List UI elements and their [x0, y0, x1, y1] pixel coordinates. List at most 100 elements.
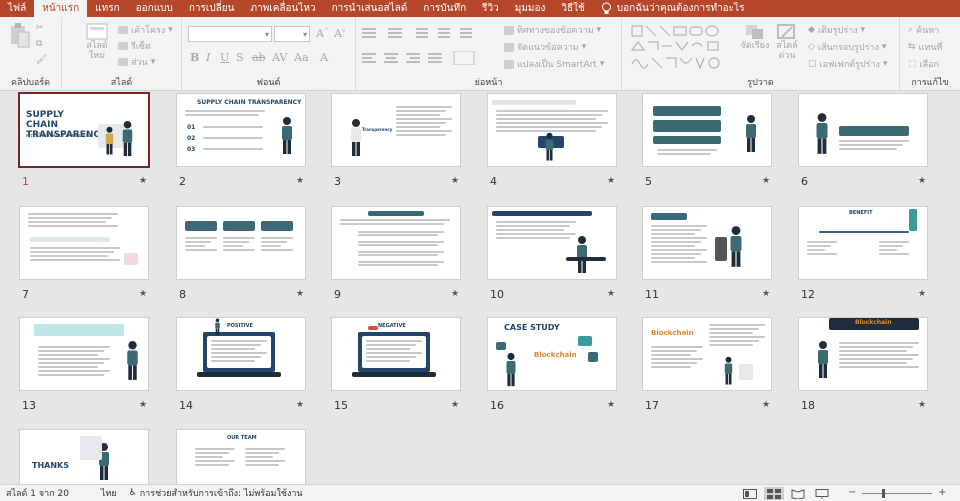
text-line — [651, 253, 701, 255]
layout-button[interactable]: เค้าโครง ▾ — [118, 23, 173, 37]
slide-thumbnail-15[interactable]: NEGATIVE — [332, 318, 460, 390]
format-painter-button[interactable]: 🖌 — [36, 55, 47, 65]
tab-1[interactable]: หน้าแรก — [34, 0, 88, 17]
slide-thumbnail-1[interactable]: SUPPLY CHAIN TRANSPARENCY ความโปร่งใสในห่… — [20, 94, 148, 166]
font-size-box[interactable]: ▾ — [274, 26, 310, 42]
slide-thumbnail-12[interactable]: BENEFIT — [799, 207, 927, 279]
slide-thumbnail-17[interactable]: Blockchain — [643, 318, 771, 390]
slide-thumbnail-7[interactable] — [20, 207, 148, 279]
transition-star-icon[interactable]: ★ — [139, 289, 147, 299]
arrange-button[interactable]: จัดเรียง — [740, 23, 770, 51]
cut-button[interactable]: ✂ — [36, 23, 44, 33]
tab-5[interactable]: ภาพเคลื่อนไหว — [243, 0, 324, 17]
transition-star-icon[interactable]: ★ — [139, 176, 147, 186]
transition-star-icon[interactable]: ★ — [918, 176, 926, 186]
transition-star-icon[interactable]: ★ — [451, 289, 459, 299]
slide-thumbnail-6[interactable] — [799, 94, 927, 166]
slide-thumbnail-10[interactable] — [488, 207, 616, 279]
reset-button[interactable]: รีเซ็ต — [118, 39, 151, 53]
quick-styles-button[interactable]: สไตล์ ด่วน — [772, 23, 802, 61]
new-slide-button[interactable]: สไลด์ ใหม่ — [84, 23, 110, 61]
replace-button[interactable]: ⇆ แทนที่ — [908, 40, 942, 54]
paste-button[interactable] — [8, 23, 30, 49]
smartart-button[interactable]: แปลงเป็น SmartArt ▾ — [504, 57, 604, 71]
font-color-icon[interactable]: A — [320, 51, 328, 64]
change-case-icon[interactable]: Aa — [294, 51, 309, 64]
slide-thumbnail-2[interactable]: SUPPLY CHAIN TRANSPARENCY 01 02 03 — [177, 94, 305, 166]
strikethrough-icon[interactable]: ab — [252, 51, 266, 64]
slide-thumbnail-20[interactable]: OUR TEAM — [177, 430, 305, 484]
tab-9[interactable]: มุมมอง — [507, 0, 554, 17]
transition-star-icon[interactable]: ★ — [762, 176, 770, 186]
find-button[interactable]: ⌕ ค้นหา — [908, 23, 939, 37]
slide-thumbnail-19[interactable]: THANKS — [20, 430, 148, 484]
align-text-button[interactable]: จัดแนวข้อความ ▾ — [504, 40, 586, 54]
slide-thumbnail-9[interactable] — [332, 207, 460, 279]
reading-view-button[interactable] — [788, 487, 808, 500]
transition-star-icon[interactable]: ★ — [296, 289, 304, 299]
underline-icon[interactable]: U — [220, 51, 229, 64]
arrange-icon — [746, 25, 763, 39]
slide-thumbnail-14[interactable]: POSITIVE — [177, 318, 305, 390]
align-text-icon — [504, 42, 514, 52]
tab-10[interactable]: วิธีใช้ — [553, 0, 592, 17]
transition-star-icon[interactable]: ★ — [451, 176, 459, 186]
section-button[interactable]: ส่วน ▾ — [118, 55, 155, 69]
tab-3[interactable]: ออกแบบ — [128, 0, 181, 17]
slide-sorter-view-button[interactable] — [764, 487, 784, 500]
normal-view-button[interactable] — [740, 487, 760, 500]
slide-thumbnail-18[interactable]: Blockchain — [799, 318, 927, 390]
slide-thumbnail-8[interactable] — [177, 207, 305, 279]
zoom-slider-thumb[interactable] — [882, 489, 885, 498]
tab-6[interactable]: การนำเสนอสไลด์ — [324, 0, 416, 17]
slide-thumbnail-3[interactable]: Transparency — [332, 94, 460, 166]
transition-star-icon[interactable]: ★ — [918, 289, 926, 299]
tab-4[interactable]: การเปลี่ยน — [181, 0, 243, 17]
shape-fill-button[interactable]: ◆ เติมรูปร่าง ▾ — [808, 23, 865, 37]
transition-star-icon[interactable]: ★ — [762, 400, 770, 410]
text-line — [879, 253, 909, 255]
slide-thumbnail-4[interactable] — [488, 94, 616, 166]
transition-star-icon[interactable]: ★ — [607, 176, 615, 186]
increase-font-icon[interactable]: A^ — [316, 27, 329, 40]
shadow-icon[interactable]: S — [236, 51, 244, 64]
slideshow-view-button[interactable] — [812, 487, 832, 500]
select-button[interactable]: ⬚ เลือก — [908, 57, 939, 71]
copy-button[interactable]: ⧉ — [36, 39, 42, 49]
spacing-icon[interactable]: AV — [272, 51, 287, 64]
tab-0[interactable]: ไฟล์ — [0, 0, 34, 17]
slide-thumbnail-13[interactable] — [20, 318, 148, 390]
transition-star-icon[interactable]: ★ — [296, 400, 304, 410]
italic-icon[interactable]: I — [206, 51, 210, 64]
shape-outline-button[interactable]: ◇ เส้นกรอบรูปร่าง ▾ — [808, 40, 886, 54]
text-direction-button[interactable]: ทิศทางของข้อความ ▾ — [504, 23, 601, 37]
slide-thumbnail-16[interactable]: CASE STUDY Blockchain — [488, 318, 616, 390]
shapes-gallery[interactable] — [630, 24, 730, 72]
decrease-font-icon[interactable]: Av — [334, 27, 345, 40]
transition-star-icon[interactable]: ★ — [918, 400, 926, 410]
slide-number: 2 — [179, 175, 186, 188]
zoom-in-button[interactable]: + — [938, 487, 946, 498]
font-name-box[interactable]: ▾ — [188, 26, 272, 42]
transition-star-icon[interactable]: ★ — [139, 400, 147, 410]
slide-thumbnail-5[interactable] — [643, 94, 771, 166]
tell-me-search[interactable]: บอกฉันว่าคุณต้องการทำอะไร — [593, 1, 744, 16]
zoom-slider[interactable] — [862, 489, 932, 498]
slide-number: 10 — [490, 288, 504, 301]
language-indicator[interactable]: ไทย — [75, 486, 123, 500]
text-line — [839, 354, 919, 356]
tab-2[interactable]: แทรก — [87, 0, 127, 17]
transition-star-icon[interactable]: ★ — [607, 400, 615, 410]
accessibility-status[interactable]: ♿ การช่วยสำหรับการเข้าถึง: ไม่พร้อมใช้งา… — [123, 486, 309, 500]
tab-8[interactable]: รีวิว — [474, 0, 507, 17]
shape-effects-button[interactable]: ▢ เอฟเฟกต์รูปร่าง ▾ — [808, 57, 887, 71]
bold-icon[interactable]: B — [190, 51, 199, 64]
text-line — [358, 234, 438, 236]
slide-thumbnail-11[interactable] — [643, 207, 771, 279]
zoom-out-button[interactable]: − — [848, 487, 856, 498]
transition-star-icon[interactable]: ★ — [451, 400, 459, 410]
tab-7[interactable]: การบันทึก — [415, 0, 474, 17]
transition-star-icon[interactable]: ★ — [607, 289, 615, 299]
transition-star-icon[interactable]: ★ — [762, 289, 770, 299]
transition-star-icon[interactable]: ★ — [296, 176, 304, 186]
